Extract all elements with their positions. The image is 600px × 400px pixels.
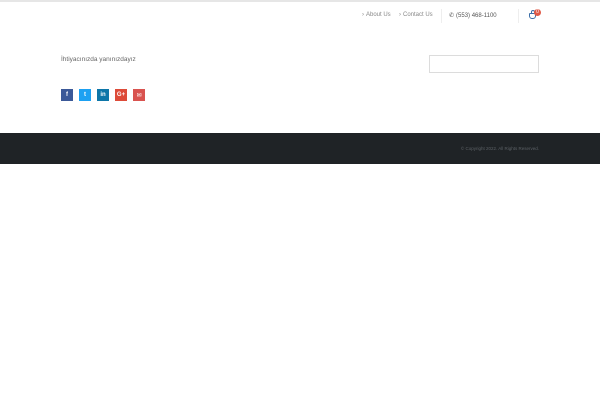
- divider: [518, 9, 519, 23]
- nav-about-us-link[interactable]: › About Us: [362, 12, 391, 18]
- google-plus-icon[interactable]: G+: [115, 89, 127, 101]
- twitter-icon[interactable]: t: [79, 89, 91, 101]
- phone-icon: ✆: [449, 13, 455, 19]
- email-icon[interactable]: ✉: [133, 89, 145, 101]
- phone-link[interactable]: ✆ (553) 468-1100: [449, 12, 497, 20]
- divider: [441, 9, 442, 23]
- footer: © Copyright 2022. All Rights Reserved.: [0, 133, 600, 164]
- top-border: [0, 0, 600, 2]
- linkedin-icon[interactable]: in: [97, 89, 109, 101]
- phone-number: (553) 468-1100: [456, 12, 497, 19]
- top-bar: › About Us › Contact Us ✆ (553) 468-1100: [0, 9, 600, 23]
- cart-button[interactable]: 0: [528, 9, 541, 22]
- search-input[interactable]: [429, 55, 539, 73]
- chevron-right-icon: ›: [399, 12, 401, 18]
- chevron-right-icon: ›: [362, 12, 364, 18]
- nav-contact-us-label: Contact Us: [403, 12, 433, 18]
- site-tagline: İhtiyacınızda yanınızdayız: [61, 56, 136, 63]
- copyright-text: © Copyright 2022. All Rights Reserved.: [460, 146, 539, 151]
- nav-about-us-label: About Us: [366, 12, 391, 18]
- cart-count-badge: 0: [534, 9, 541, 16]
- social-links: f t in G+ ✉: [61, 89, 145, 101]
- nav-contact-us-link[interactable]: › Contact Us: [399, 12, 433, 18]
- facebook-icon[interactable]: f: [61, 89, 73, 101]
